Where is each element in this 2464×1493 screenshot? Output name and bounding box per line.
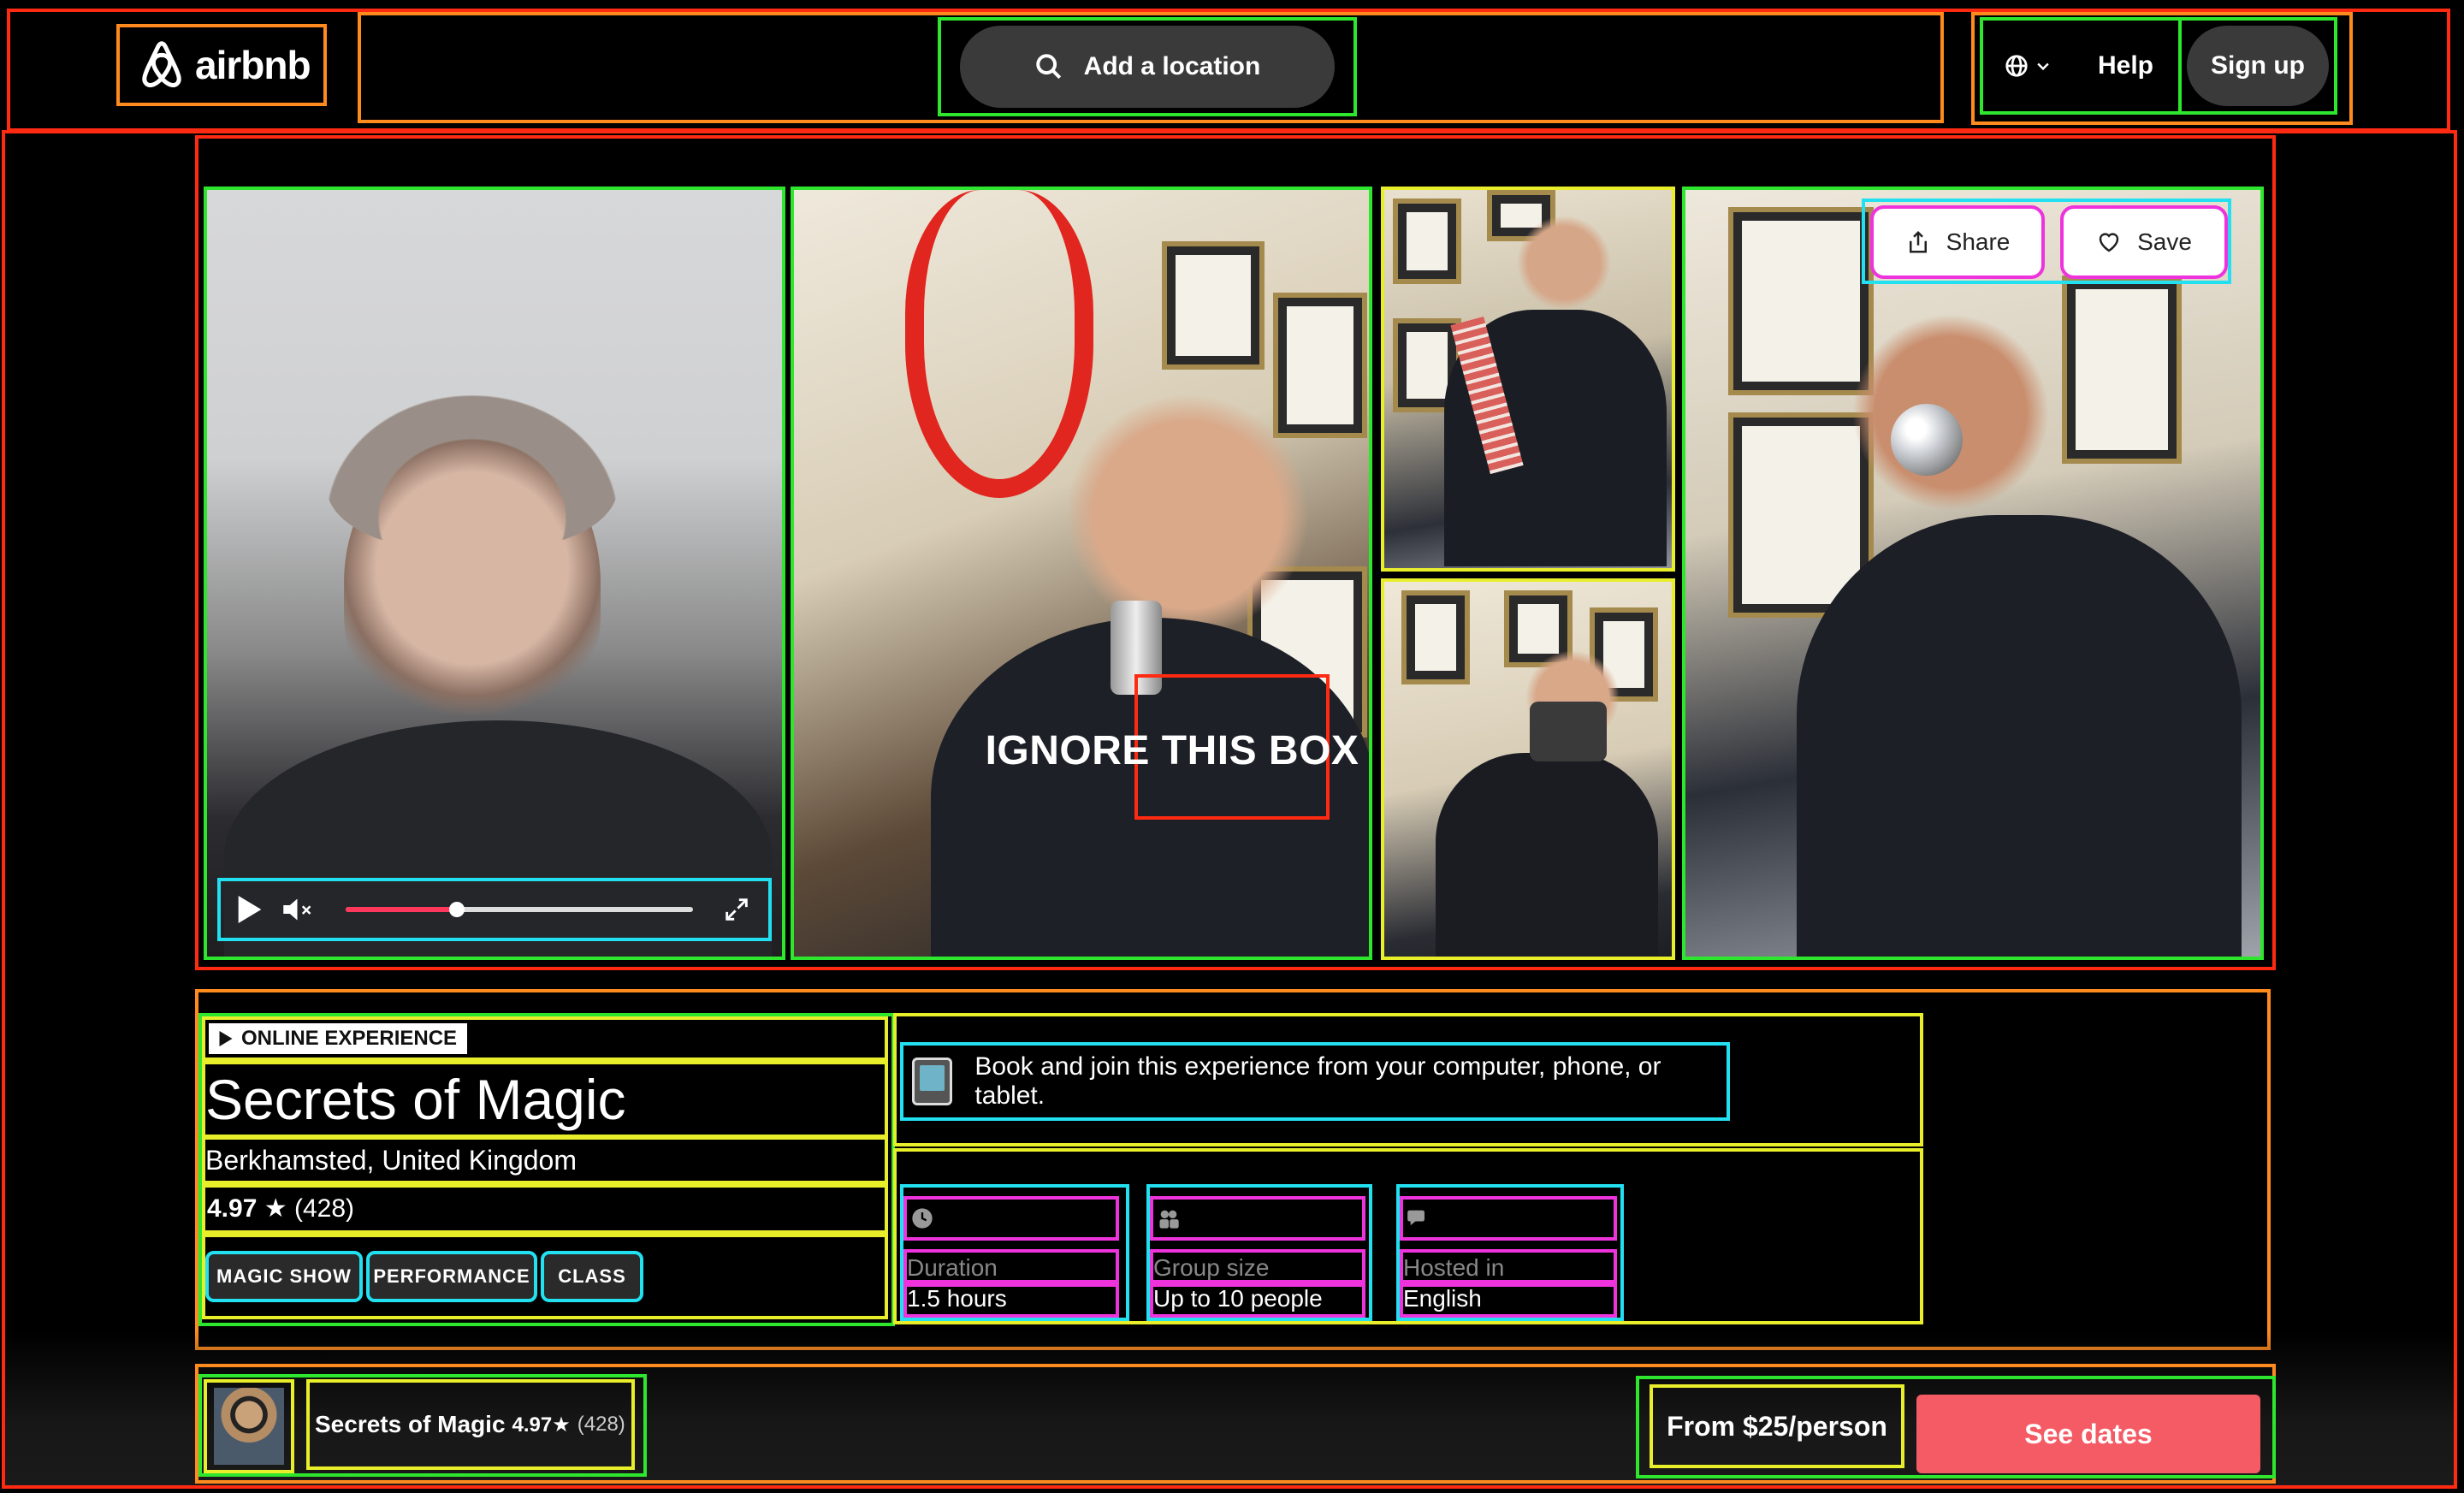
red-rope <box>905 190 1093 498</box>
video-progress-played <box>346 907 457 912</box>
see-dates-button[interactable]: See dates <box>1916 1395 2260 1473</box>
crystal-ball <box>1891 404 1963 476</box>
tablet-icon <box>912 1058 953 1105</box>
fact-duration-value: 1.5 hours <box>903 1280 1119 1318</box>
fact-hosted-in-value: English <box>1400 1280 1617 1318</box>
chevron-down-icon <box>2037 62 2049 71</box>
card-deck <box>1530 702 1607 761</box>
rating-score: 4.97 <box>207 1194 258 1223</box>
share-label: Share <box>1946 228 2011 255</box>
video-progress-bar[interactable] <box>346 902 693 917</box>
video-person-hair <box>327 395 618 549</box>
price-label: From $25/person <box>1650 1384 1904 1468</box>
fact-group-size-label: Group size <box>1150 1249 1365 1287</box>
share-icon <box>1909 230 1927 253</box>
wall-frame <box>1401 590 1470 684</box>
help-link[interactable]: Help <box>2098 51 2153 80</box>
wall-frame <box>1162 241 1265 370</box>
experience-rating[interactable]: 4.97 ★ (428) <box>207 1188 354 1230</box>
device-note-text: Book and join this experience from your … <box>974 1052 1661 1110</box>
clock-icon <box>912 1208 933 1229</box>
fact-hosted-in-icon-row <box>1400 1196 1617 1241</box>
rating-count: (428) <box>293 1194 355 1223</box>
host-name-rating: Secrets of Magic 4.97★ (428) <box>306 1379 635 1470</box>
language-help-group: Help <box>1980 17 2182 115</box>
tag-magic-show[interactable]: MAGIC SHOW <box>205 1251 363 1302</box>
heart-icon <box>2099 233 2119 252</box>
chat-icon <box>1407 1210 1424 1226</box>
host-score: 4.97★ <box>512 1413 571 1437</box>
ignore-overlay-text: IGNORE THIS BOX <box>985 728 1359 773</box>
experience-title: Secrets of Magic <box>205 1068 626 1131</box>
gallery-video[interactable] <box>204 187 785 960</box>
gallery-photo-crystal-ball[interactable] <box>1682 187 2264 960</box>
language-selector[interactable] <box>2004 53 2052 79</box>
fact-group-size-icon-row <box>1150 1196 1365 1241</box>
tag-performance[interactable]: PERFORMANCE <box>366 1251 537 1302</box>
fact-group-size-value: Up to 10 people <box>1150 1280 1365 1318</box>
wall-frame <box>1393 198 1461 284</box>
experience-location[interactable]: Berkhamsted, United Kingdom <box>205 1140 577 1181</box>
wall-frame <box>2062 275 2182 464</box>
save-button[interactable]: Save <box>2060 205 2228 279</box>
magician-suit <box>1436 753 1658 957</box>
share-button[interactable]: Share <box>1870 205 2045 279</box>
gallery-photo-card-reveal[interactable] <box>1381 578 1675 960</box>
gallery-photo-card-flourish[interactable] <box>1381 187 1675 572</box>
search-placeholder: Add a location <box>1083 52 1261 80</box>
online-experience-badge: ONLINE EXPERIENCE <box>209 1023 468 1054</box>
magician-face <box>1513 207 1615 318</box>
gallery-photo-rope-trick[interactable] <box>791 187 1372 960</box>
fact-duration-label: Duration <box>903 1249 1119 1287</box>
fullscreen-icon[interactable] <box>722 895 751 924</box>
star-icon: ★ <box>264 1194 294 1223</box>
video-progress-knob[interactable] <box>448 902 465 917</box>
fact-hosted-in-label: Hosted in <box>1400 1249 1617 1287</box>
save-label: Save <box>2137 228 2192 255</box>
play-icon <box>219 1031 233 1046</box>
search-location-button[interactable]: Add a location <box>960 26 1335 108</box>
magician-suit <box>1797 515 2242 957</box>
airbnb-logo-icon <box>142 41 181 88</box>
mute-icon[interactable] <box>282 897 317 922</box>
signup-button[interactable]: Sign up <box>2187 26 2329 106</box>
host-count: (428) <box>577 1413 625 1436</box>
fact-duration-icon-row <box>903 1196 1119 1241</box>
people-icon <box>1159 1210 1179 1229</box>
airbnb-logo[interactable]: airbnb <box>116 24 327 106</box>
search-icon <box>1035 54 1061 80</box>
device-note: Book and join this experience from your … <box>900 1042 1730 1121</box>
logo-wordmark: airbnb <box>195 43 311 87</box>
wall-frame <box>1273 293 1367 438</box>
avatar[interactable] <box>214 1388 284 1465</box>
wall-frame <box>1728 207 1874 395</box>
play-icon[interactable] <box>238 896 262 923</box>
host-title: Secrets of Magic <box>315 1411 506 1437</box>
globe-icon <box>2005 55 2028 77</box>
badge-label: ONLINE EXPERIENCE <box>241 1027 458 1050</box>
video-controls <box>217 878 772 941</box>
tag-class[interactable]: CLASS <box>541 1251 643 1302</box>
